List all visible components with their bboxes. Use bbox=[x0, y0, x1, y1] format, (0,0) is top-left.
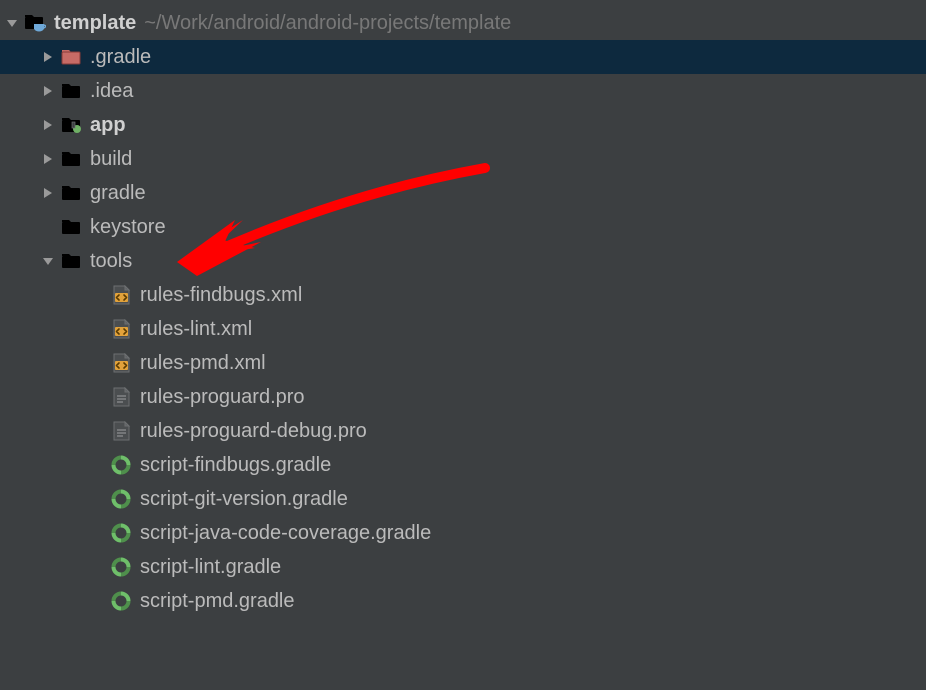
module-folder-icon bbox=[60, 114, 82, 136]
tree-item-label: rules-lint.xml bbox=[140, 318, 252, 341]
tree-item-file[interactable]: script-lint.gradle bbox=[0, 550, 926, 584]
tree-item-gradle[interactable]: gradle bbox=[0, 176, 926, 210]
expand-arrow-right-icon[interactable] bbox=[40, 118, 56, 132]
tree-item-file[interactable]: script-pmd.gradle bbox=[0, 584, 926, 618]
tree-item-file[interactable]: script-findbugs.gradle bbox=[0, 448, 926, 482]
tree-item-label: script-git-version.gradle bbox=[140, 488, 348, 511]
folder-icon bbox=[60, 250, 82, 272]
root-label: template bbox=[54, 12, 136, 35]
tree-item-label: keystore bbox=[90, 216, 166, 239]
tree-item-label: .idea bbox=[90, 80, 133, 103]
expand-arrow-right-icon[interactable] bbox=[40, 152, 56, 166]
xml-file-icon bbox=[110, 318, 132, 340]
tree-item-build[interactable]: build bbox=[0, 142, 926, 176]
tree-item-label: tools bbox=[90, 250, 132, 273]
tree-item-label: script-lint.gradle bbox=[140, 556, 281, 579]
gradle-file-icon bbox=[110, 556, 132, 578]
tree-item-file[interactable]: rules-pmd.xml bbox=[0, 346, 926, 380]
folder-icon bbox=[60, 182, 82, 204]
tree-item-label: app bbox=[90, 114, 126, 137]
tree-item-label: script-java-code-coverage.gradle bbox=[140, 522, 431, 545]
tree-item-label: .gradle bbox=[90, 46, 151, 69]
text-file-icon bbox=[110, 420, 132, 442]
xml-file-icon bbox=[110, 284, 132, 306]
tree-item-file[interactable]: rules-proguard-debug.pro bbox=[0, 414, 926, 448]
tree-item-label: rules-pmd.xml bbox=[140, 352, 266, 375]
tree-item-gradle-dir[interactable]: .gradle bbox=[0, 40, 926, 74]
xml-file-icon bbox=[110, 352, 132, 374]
folder-icon bbox=[60, 148, 82, 170]
tree-item-label: script-pmd.gradle bbox=[140, 590, 295, 613]
tree-item-file[interactable]: script-git-version.gradle bbox=[0, 482, 926, 516]
project-tree: template ~/Work/android/android-projects… bbox=[0, 0, 926, 618]
tree-item-file[interactable]: rules-proguard.pro bbox=[0, 380, 926, 414]
tree-item-app[interactable]: app bbox=[0, 108, 926, 142]
tree-item-file[interactable]: rules-lint.xml bbox=[0, 312, 926, 346]
tree-item-label: build bbox=[90, 148, 132, 171]
expand-arrow-right-icon[interactable] bbox=[40, 50, 56, 64]
gradle-file-icon bbox=[110, 522, 132, 544]
tree-item-tools[interactable]: tools bbox=[0, 244, 926, 278]
expand-arrow-down-icon[interactable] bbox=[4, 16, 20, 30]
tree-item-label: gradle bbox=[90, 182, 146, 205]
folder-excluded-icon bbox=[60, 46, 82, 68]
expand-arrow-right-icon[interactable] bbox=[40, 84, 56, 98]
expand-arrow-right-icon[interactable] bbox=[40, 186, 56, 200]
tree-item-label: rules-findbugs.xml bbox=[140, 284, 302, 307]
project-folder-icon bbox=[24, 12, 46, 34]
tree-item-file[interactable]: rules-findbugs.xml bbox=[0, 278, 926, 312]
expand-arrow-down-icon[interactable] bbox=[40, 254, 56, 268]
tree-root[interactable]: template ~/Work/android/android-projects… bbox=[0, 6, 926, 40]
gradle-file-icon bbox=[110, 590, 132, 612]
text-file-icon bbox=[110, 386, 132, 408]
folder-icon bbox=[60, 216, 82, 238]
tree-item-label: rules-proguard.pro bbox=[140, 386, 305, 409]
folder-icon bbox=[60, 80, 82, 102]
tree-item-label: rules-proguard-debug.pro bbox=[140, 420, 367, 443]
gradle-file-icon bbox=[110, 454, 132, 476]
root-path: ~/Work/android/android-projects/template bbox=[144, 12, 511, 35]
tree-item-keystore[interactable]: keystore bbox=[0, 210, 926, 244]
tree-item-label: script-findbugs.gradle bbox=[140, 454, 331, 477]
gradle-file-icon bbox=[110, 488, 132, 510]
tree-item-file[interactable]: script-java-code-coverage.gradle bbox=[0, 516, 926, 550]
tree-item-idea[interactable]: .idea bbox=[0, 74, 926, 108]
